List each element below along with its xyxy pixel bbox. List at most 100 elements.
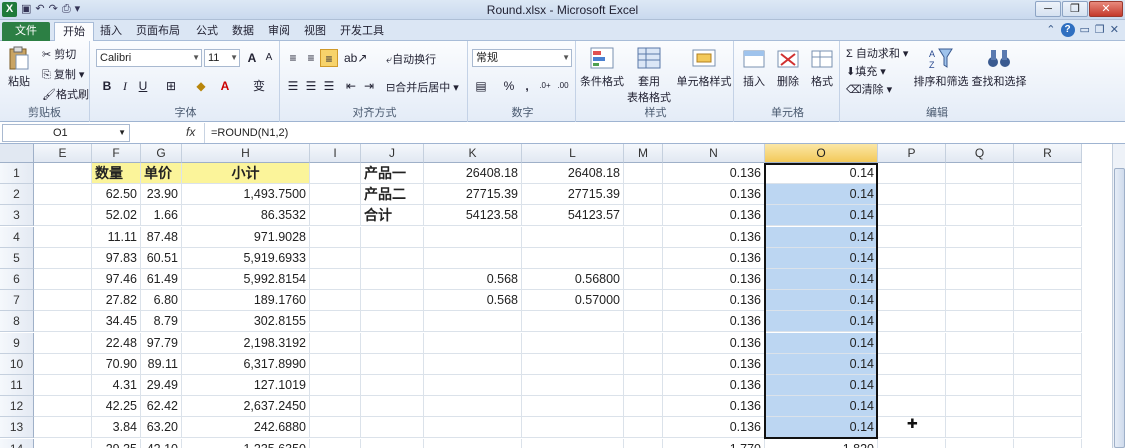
delete-cells-button[interactable]: 删除 xyxy=(772,45,804,89)
row-header[interactable]: 13 xyxy=(0,417,34,439)
cell-p4[interactable] xyxy=(878,226,946,248)
cell-i10[interactable] xyxy=(310,353,361,375)
cell-n10[interactable]: 0.136 xyxy=(663,353,765,375)
cell-q2[interactable] xyxy=(946,184,1014,206)
cell-k14[interactable] xyxy=(424,438,522,448)
format-painter-button[interactable]: 🖌格式刷 xyxy=(42,86,89,102)
cell-q1[interactable] xyxy=(946,163,1014,184)
cell-p3[interactable] xyxy=(878,205,946,227)
cell-o13[interactable]: 0.14 xyxy=(765,417,878,439)
cell-l1[interactable]: 26408.18 xyxy=(522,163,624,184)
formula-input[interactable]: =ROUND(N1,2) xyxy=(204,123,1111,143)
close-button[interactable]: ✕ xyxy=(1089,1,1123,17)
column-header-i[interactable]: I xyxy=(310,144,361,163)
cell-p11[interactable] xyxy=(878,375,946,396)
cell-i4[interactable] xyxy=(310,226,361,248)
bold-button[interactable]: B xyxy=(98,77,116,95)
column-header-f[interactable]: F xyxy=(92,144,141,163)
tab-view[interactable]: 视图 xyxy=(296,22,334,41)
cell-f8[interactable]: 34.45 xyxy=(92,311,141,333)
column-header-p[interactable]: P xyxy=(878,144,946,163)
phonetic-button[interactable]: 变 xyxy=(250,77,268,95)
cell-m2[interactable] xyxy=(624,184,663,206)
cell-n1[interactable]: 0.136 xyxy=(663,163,765,184)
cell-i9[interactable] xyxy=(310,332,361,354)
cell-o14[interactable]: 1.820 xyxy=(765,438,878,448)
tab-review[interactable]: 审阅 xyxy=(260,22,298,41)
cell-l3[interactable]: 54123.57 xyxy=(522,205,624,227)
cell-styles-button[interactable]: 单元格样式 xyxy=(674,45,734,89)
cell-h13[interactable]: 242.6880 xyxy=(182,417,310,439)
tab-data[interactable]: 数据 xyxy=(224,22,262,41)
cell-j7[interactable] xyxy=(361,290,424,312)
format-cells-button[interactable]: 格式 xyxy=(806,45,838,89)
cell-r2[interactable] xyxy=(1014,184,1082,206)
cell-p14[interactable] xyxy=(878,438,946,448)
increase-decimal-icon[interactable]: .0+ xyxy=(536,77,554,95)
row-header[interactable]: 10 xyxy=(0,353,34,375)
insert-cells-button[interactable]: 插入 xyxy=(738,45,770,89)
underline-button[interactable]: U xyxy=(134,77,152,95)
cell-n8[interactable]: 0.136 xyxy=(663,311,765,333)
restore-button[interactable]: ❐ xyxy=(1062,1,1088,17)
cell-m7[interactable] xyxy=(624,290,663,312)
cell-j8[interactable] xyxy=(361,311,424,333)
cell-e4[interactable] xyxy=(34,226,92,248)
cell-p12[interactable] xyxy=(878,396,946,418)
workbook-close-icon[interactable]: ✕ xyxy=(1110,23,1119,37)
cell-e11[interactable] xyxy=(34,375,92,396)
cell-o11[interactable]: 0.14 xyxy=(765,375,878,396)
tab-insert[interactable]: 插入 xyxy=(92,22,130,41)
cell-e5[interactable] xyxy=(34,247,92,269)
workbook-minimize-icon[interactable]: ▭ xyxy=(1080,23,1090,37)
cell-g3[interactable]: 1.66 xyxy=(141,205,182,227)
cell-g10[interactable]: 89.11 xyxy=(141,353,182,375)
decrease-decimal-icon[interactable]: .00 xyxy=(554,77,572,95)
cell-g14[interactable]: 42.10 xyxy=(141,438,182,448)
cell-f9[interactable]: 22.48 xyxy=(92,332,141,354)
cell-i2[interactable] xyxy=(310,184,361,206)
column-header-o[interactable]: O xyxy=(765,144,878,163)
cell-i13[interactable] xyxy=(310,417,361,439)
cell-l4[interactable] xyxy=(522,226,624,248)
cell-m11[interactable] xyxy=(624,375,663,396)
row-header[interactable]: 9 xyxy=(0,332,34,354)
cell-e2[interactable] xyxy=(34,184,92,206)
cell-e7[interactable] xyxy=(34,290,92,312)
row-header[interactable]: 2 xyxy=(0,184,34,206)
cell-o8[interactable]: 0.14 xyxy=(765,311,878,333)
cell-o10[interactable]: 0.14 xyxy=(765,353,878,375)
column-header-m[interactable]: M xyxy=(624,144,663,163)
copy-button[interactable]: ⎘ 复制 ▾ xyxy=(42,66,84,82)
cell-k3[interactable]: 54123.58 xyxy=(424,205,522,227)
cell-i6[interactable] xyxy=(310,269,361,290)
cell-k1[interactable]: 26408.18 xyxy=(424,163,522,184)
cell-l13[interactable] xyxy=(522,417,624,439)
cell-o12[interactable]: 0.14 xyxy=(765,396,878,418)
cell-o6[interactable]: 0.14 xyxy=(765,269,878,290)
row-header[interactable]: 5 xyxy=(0,247,34,269)
cell-q9[interactable] xyxy=(946,332,1014,354)
percent-button[interactable]: % xyxy=(500,77,518,95)
cell-o4[interactable]: 0.14 xyxy=(765,226,878,248)
align-center-icon[interactable]: ☰ xyxy=(302,77,320,95)
cell-f2[interactable]: 62.50 xyxy=(92,184,141,206)
minimize-button[interactable]: ─ xyxy=(1035,1,1061,17)
cell-k9[interactable] xyxy=(424,332,522,354)
conditional-format-button[interactable]: 条件格式 xyxy=(578,45,626,89)
cell-e3[interactable] xyxy=(34,205,92,227)
format-as-table-button[interactable]: 套用 表格格式 xyxy=(624,45,674,105)
cell-k8[interactable] xyxy=(424,311,522,333)
cell-e6[interactable] xyxy=(34,269,92,290)
cell-f13[interactable]: 3.84 xyxy=(92,417,141,439)
column-header-j[interactable]: J xyxy=(361,144,424,163)
cell-r1[interactable] xyxy=(1014,163,1082,184)
cell-m5[interactable] xyxy=(624,247,663,269)
cell-g4[interactable]: 87.48 xyxy=(141,226,182,248)
column-header-n[interactable]: N xyxy=(663,144,765,163)
cell-o2[interactable]: 0.14 xyxy=(765,184,878,206)
cell-q8[interactable] xyxy=(946,311,1014,333)
cell-f14[interactable]: 29.35 xyxy=(92,438,141,448)
row-header[interactable]: 8 xyxy=(0,311,34,333)
cell-k10[interactable] xyxy=(424,353,522,375)
